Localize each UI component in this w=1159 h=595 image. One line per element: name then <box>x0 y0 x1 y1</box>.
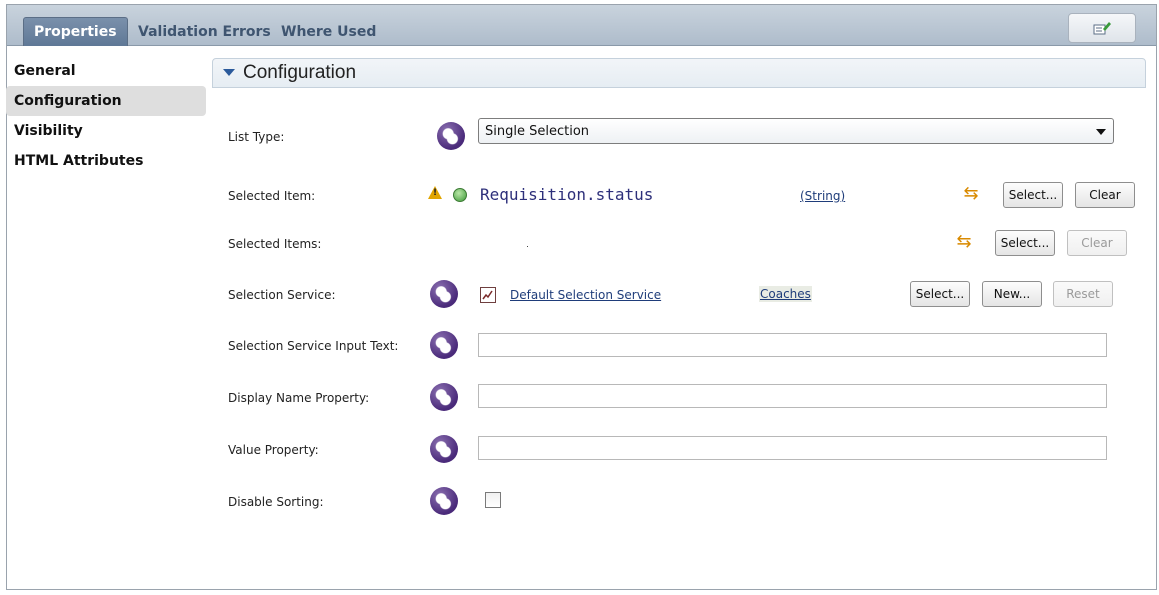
display-name-property-field[interactable] <box>478 384 1107 408</box>
edit-icon <box>1093 22 1111 35</box>
variable-binding-icon[interactable] <box>430 331 458 359</box>
selected-item-select-button[interactable]: Select... <box>1003 182 1063 208</box>
selection-service-reset-button[interactable]: Reset <box>1053 281 1113 307</box>
selected-items-label: Selected Items: <box>228 237 322 251</box>
tab-where-used[interactable]: Where Used <box>281 19 376 45</box>
sidebar-item-visibility[interactable]: Visibility <box>6 116 206 146</box>
value-property-field[interactable] <box>478 436 1107 460</box>
selected-items-binding <box>527 246 528 247</box>
sidebar-item-configuration[interactable]: Configuration <box>6 86 206 116</box>
selected-item-binding[interactable]: Requisition.status <box>480 185 653 204</box>
variable-binding-icon[interactable] <box>430 383 458 411</box>
configuration-section-header[interactable]: Configuration <box>212 58 1146 88</box>
list-type-label: List Type: <box>228 130 285 144</box>
selection-service-new-button[interactable]: New... <box>982 281 1042 307</box>
selected-items-select-button[interactable]: Select... <box>995 230 1055 256</box>
tab-properties[interactable]: Properties <box>23 17 128 46</box>
selected-items-clear-button[interactable]: Clear <box>1067 230 1127 256</box>
selection-service-select-button[interactable]: Select... <box>910 281 970 307</box>
sidebar-item-general[interactable]: General <box>6 56 206 86</box>
selection-service-input-text-field[interactable] <box>478 333 1107 357</box>
collapse-arrow-icon[interactable] <box>223 69 235 76</box>
warning-icon <box>428 186 442 199</box>
variable-binding-icon[interactable] <box>430 487 458 515</box>
tab-bar: Properties Validation Errors Where Used <box>7 5 1156 46</box>
swap-binding-icon[interactable]: ⇆ <box>960 183 982 205</box>
list-type-value: Single Selection <box>485 124 590 139</box>
toolkit-coaches-link[interactable]: Coaches <box>759 286 812 302</box>
selected-item-label: Selected Item: <box>228 189 316 203</box>
disable-sorting-label: Disable Sorting: <box>228 495 324 509</box>
swap-binding-icon[interactable]: ⇆ <box>953 231 975 253</box>
chevron-down-icon <box>1096 129 1106 135</box>
selection-service-label: Selection Service: <box>228 288 336 302</box>
variable-binding-icon[interactable] <box>430 280 458 308</box>
selection-service-input-text-label: Selection Service Input Text: <box>228 339 399 353</box>
variable-binding-icon[interactable] <box>437 122 465 150</box>
selected-item-type-link[interactable]: (String) <box>800 189 845 203</box>
sidebar-item-html-attributes[interactable]: HTML Attributes <box>6 146 206 176</box>
section-title: Configuration <box>243 62 357 83</box>
sidebar-nav: General Configuration Visibility HTML At… <box>6 56 206 176</box>
edit-button[interactable] <box>1068 13 1136 43</box>
service-icon <box>480 287 496 303</box>
selected-item-clear-button[interactable]: Clear <box>1075 182 1135 208</box>
green-status-icon <box>453 188 467 202</box>
disable-sorting-checkbox[interactable] <box>485 492 501 508</box>
tab-validation-errors[interactable]: Validation Errors <box>138 19 271 45</box>
variable-binding-icon[interactable] <box>430 435 458 463</box>
value-property-label: Value Property: <box>228 443 319 457</box>
selection-service-link[interactable]: Default Selection Service <box>510 288 661 302</box>
display-name-property-label: Display Name Property: <box>228 391 370 405</box>
list-type-select[interactable]: Single Selection <box>478 118 1114 144</box>
